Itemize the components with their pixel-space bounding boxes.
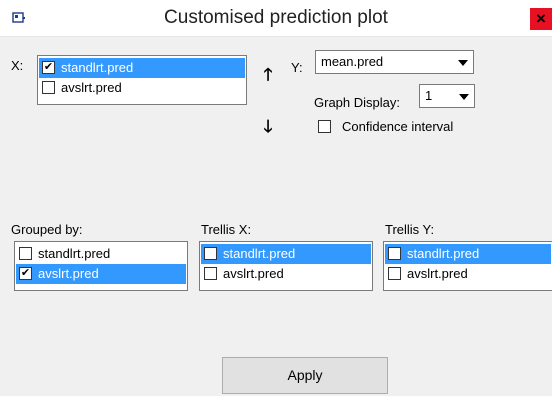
- graph-display-select[interactable]: 1: [419, 84, 475, 108]
- y-select[interactable]: mean.pred: [315, 50, 474, 74]
- move-up-arrow-icon[interactable]: 🡑: [258, 66, 278, 86]
- checkbox-checked[interactable]: ✔: [19, 267, 32, 280]
- trellis-x-list[interactable]: standlrt.pred avslrt.pred: [199, 241, 373, 291]
- trellis-y-label: Trellis Y:: [385, 222, 435, 237]
- list-item-label: standlrt.pred: [223, 246, 296, 261]
- trellis-y-list[interactable]: standlrt.pred avslrt.pred: [383, 241, 552, 291]
- checkbox[interactable]: [388, 247, 401, 260]
- checkbox-checked[interactable]: ✔: [42, 61, 55, 74]
- x-label: X:: [11, 58, 24, 73]
- list-item-label: avslrt.pred: [38, 266, 99, 281]
- checkbox[interactable]: [42, 81, 55, 94]
- window-title: Customised prediction plot: [164, 7, 388, 28]
- y-label: Y:: [291, 60, 303, 75]
- grouped-by-label: Grouped by:: [11, 222, 83, 237]
- list-item[interactable]: standlrt.pred: [201, 244, 371, 264]
- list-item-label: avslrt.pred: [223, 266, 284, 281]
- chevron-down-icon[interactable]: [455, 87, 472, 105]
- list-item-label: standlrt.pred: [61, 60, 134, 75]
- list-item[interactable]: standlrt.pred: [16, 244, 186, 264]
- graph-display-label: Graph Display:: [314, 95, 400, 110]
- move-down-arrow-icon[interactable]: 🡓: [258, 118, 278, 138]
- list-item[interactable]: avslrt.pred: [201, 264, 371, 284]
- checkbox[interactable]: [204, 247, 217, 260]
- checkbox[interactable]: [388, 267, 401, 280]
- chevron-down-icon[interactable]: [454, 53, 471, 71]
- list-item-label: standlrt.pred: [38, 246, 111, 261]
- trellis-x-label: Trellis X:: [201, 222, 252, 237]
- x-variable-list[interactable]: ✔ standlrt.pred avslrt.pred: [37, 55, 247, 105]
- list-item[interactable]: ✔ standlrt.pred: [39, 58, 245, 78]
- list-item[interactable]: avslrt.pred: [39, 78, 245, 98]
- confidence-interval-checkbox[interactable]: [318, 120, 331, 133]
- list-item[interactable]: standlrt.pred: [385, 244, 551, 264]
- checkbox[interactable]: [19, 247, 32, 260]
- graph-display-value: 1: [425, 88, 433, 103]
- checkbox[interactable]: [204, 267, 217, 280]
- confidence-interval-label: Confidence interval: [342, 119, 454, 134]
- list-item[interactable]: avslrt.pred: [385, 264, 551, 284]
- apply-button[interactable]: Apply: [222, 357, 388, 394]
- grouped-by-list[interactable]: standlrt.pred ✔ avslrt.pred: [14, 241, 188, 291]
- y-select-value: mean.pred: [321, 54, 384, 69]
- title-bar: Customised prediction plot ×: [0, 0, 552, 37]
- list-item[interactable]: ✔ avslrt.pred: [16, 264, 186, 284]
- list-item-label: avslrt.pred: [407, 266, 468, 281]
- list-item-label: avslrt.pred: [61, 80, 122, 95]
- close-button[interactable]: ×: [530, 8, 552, 30]
- list-item-label: standlrt.pred: [407, 246, 480, 261]
